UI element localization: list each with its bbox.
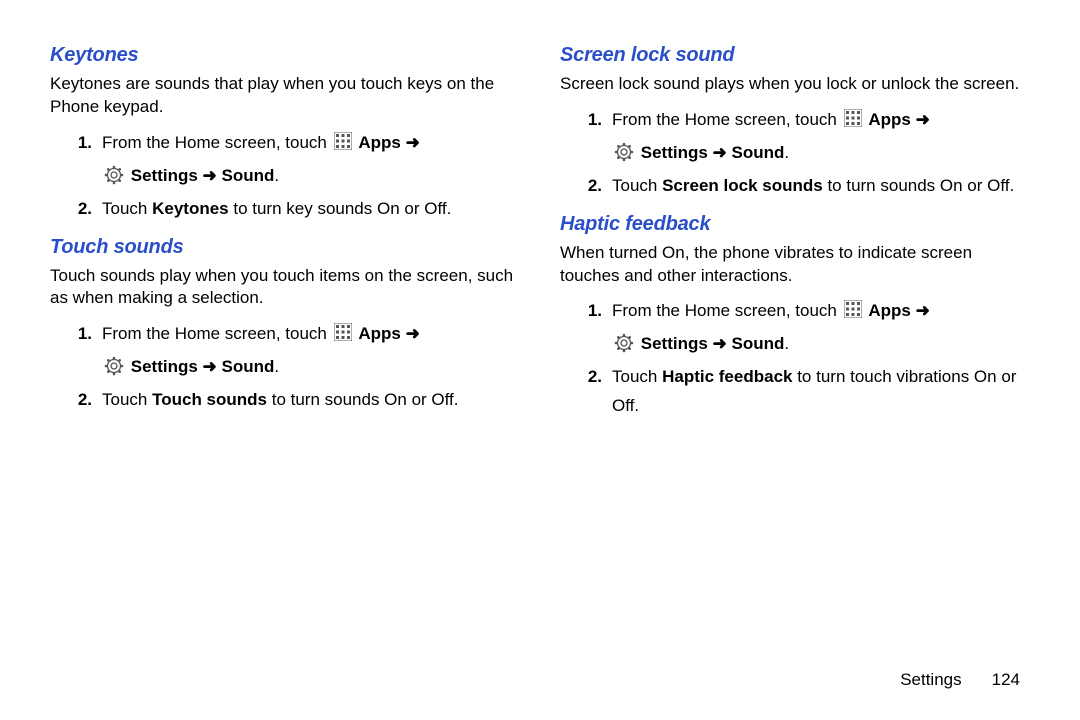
desc-keytones: Keytones are sounds that play when you t… bbox=[50, 73, 520, 119]
desc-touch-sounds: Touch sounds play when you touch items o… bbox=[50, 265, 520, 311]
step-text: Touch Keytones to turn key sounds On or … bbox=[102, 195, 520, 224]
settings-label: Settings ➜ Sound bbox=[641, 143, 785, 162]
two-column-layout: Keytones Keytones are sounds that play w… bbox=[50, 38, 1030, 670]
settings-label: Settings ➜ Sound bbox=[131, 166, 275, 185]
step-number: 1. bbox=[560, 297, 612, 359]
step-text: Touch Touch sounds to turn sounds On or … bbox=[102, 386, 520, 415]
apps-grid-icon bbox=[844, 300, 862, 318]
period: . bbox=[784, 334, 789, 353]
step-text: From the Home screen, touch Apps ➜ Setti… bbox=[102, 129, 520, 191]
step-1: 1. From the Home screen, touch Apps ➜ Se… bbox=[50, 129, 520, 191]
heading-touch-sounds: Touch sounds bbox=[50, 236, 520, 259]
text-bold: Keytones bbox=[152, 199, 229, 218]
apps-grid-icon bbox=[334, 132, 352, 150]
text: to turn sounds On or Off. bbox=[267, 390, 459, 409]
step-2: 2. Touch Touch sounds to turn sounds On … bbox=[50, 386, 520, 415]
heading-haptic-feedback: Haptic feedback bbox=[560, 213, 1030, 236]
desc-screen-lock-sound: Screen lock sound plays when you lock or… bbox=[560, 73, 1030, 96]
text: to turn sounds On or Off. bbox=[823, 176, 1015, 195]
text-bold: Screen lock sounds bbox=[662, 176, 823, 195]
settings-label: Settings ➜ Sound bbox=[641, 334, 785, 353]
step-2: 2. Touch Keytones to turn key sounds On … bbox=[50, 195, 520, 224]
settings-gear-icon bbox=[104, 165, 124, 185]
step-text: From the Home screen, touch Apps ➜ Setti… bbox=[612, 297, 1030, 359]
text: Touch bbox=[612, 176, 662, 195]
step-number: 2. bbox=[50, 195, 102, 224]
apps-grid-icon bbox=[334, 323, 352, 341]
text-bold: Touch sounds bbox=[152, 390, 267, 409]
steps-touch-sounds: 1. From the Home screen, touch Apps ➜ Se… bbox=[50, 320, 520, 415]
steps-keytones: 1. From the Home screen, touch Apps ➜ Se… bbox=[50, 129, 520, 224]
period: . bbox=[784, 143, 789, 162]
text: Touch bbox=[102, 390, 152, 409]
settings-gear-icon bbox=[614, 333, 634, 353]
step-1: 1. From the Home screen, touch Apps ➜ Se… bbox=[560, 106, 1030, 168]
footer-section: Settings bbox=[900, 670, 961, 690]
step-number: 2. bbox=[50, 386, 102, 415]
text: From the Home screen, touch bbox=[612, 301, 842, 320]
text: From the Home screen, touch bbox=[102, 324, 332, 343]
footer-page-number: 124 bbox=[992, 670, 1020, 690]
desc-haptic-feedback: When turned On, the phone vibrates to in… bbox=[560, 242, 1030, 288]
step-text: From the Home screen, touch Apps ➜ Setti… bbox=[102, 320, 520, 382]
apps-label: Apps ➜ bbox=[868, 301, 929, 320]
settings-label: Settings ➜ Sound bbox=[131, 357, 275, 376]
step-2: 2. Touch Screen lock sounds to turn soun… bbox=[560, 172, 1030, 201]
apps-label: Apps ➜ bbox=[868, 110, 929, 129]
step-number: 1. bbox=[50, 129, 102, 191]
text: From the Home screen, touch bbox=[102, 133, 332, 152]
step-text: From the Home screen, touch Apps ➜ Setti… bbox=[612, 106, 1030, 168]
step-number: 2. bbox=[560, 363, 612, 421]
step-text: Touch Screen lock sounds to turn sounds … bbox=[612, 172, 1030, 201]
text: Touch bbox=[102, 199, 152, 218]
period: . bbox=[274, 357, 279, 376]
page-footer: Settings 124 bbox=[50, 670, 1030, 690]
step-number: 2. bbox=[560, 172, 612, 201]
heading-keytones: Keytones bbox=[50, 44, 520, 67]
text: From the Home screen, touch bbox=[612, 110, 842, 129]
step-text: Touch Haptic feedback to turn touch vibr… bbox=[612, 363, 1030, 421]
step-number: 1. bbox=[560, 106, 612, 168]
period: . bbox=[274, 166, 279, 185]
heading-screen-lock-sound: Screen lock sound bbox=[560, 44, 1030, 67]
right-column: Screen lock sound Screen lock sound play… bbox=[560, 38, 1030, 670]
step-1: 1. From the Home screen, touch Apps ➜ Se… bbox=[560, 297, 1030, 359]
apps-label: Apps ➜ bbox=[358, 324, 419, 343]
settings-gear-icon bbox=[104, 356, 124, 376]
left-column: Keytones Keytones are sounds that play w… bbox=[50, 38, 520, 670]
steps-haptic-feedback: 1. From the Home screen, touch Apps ➜ Se… bbox=[560, 297, 1030, 421]
step-1: 1. From the Home screen, touch Apps ➜ Se… bbox=[50, 320, 520, 382]
apps-label: Apps ➜ bbox=[358, 133, 419, 152]
text: Touch bbox=[612, 367, 662, 386]
text: to turn key sounds On or Off. bbox=[229, 199, 452, 218]
step-number: 1. bbox=[50, 320, 102, 382]
manual-page: Keytones Keytones are sounds that play w… bbox=[0, 0, 1080, 720]
text-bold: Haptic feedback bbox=[662, 367, 792, 386]
settings-gear-icon bbox=[614, 142, 634, 162]
steps-screen-lock-sound: 1. From the Home screen, touch Apps ➜ Se… bbox=[560, 106, 1030, 201]
apps-grid-icon bbox=[844, 109, 862, 127]
step-2: 2. Touch Haptic feedback to turn touch v… bbox=[560, 363, 1030, 421]
